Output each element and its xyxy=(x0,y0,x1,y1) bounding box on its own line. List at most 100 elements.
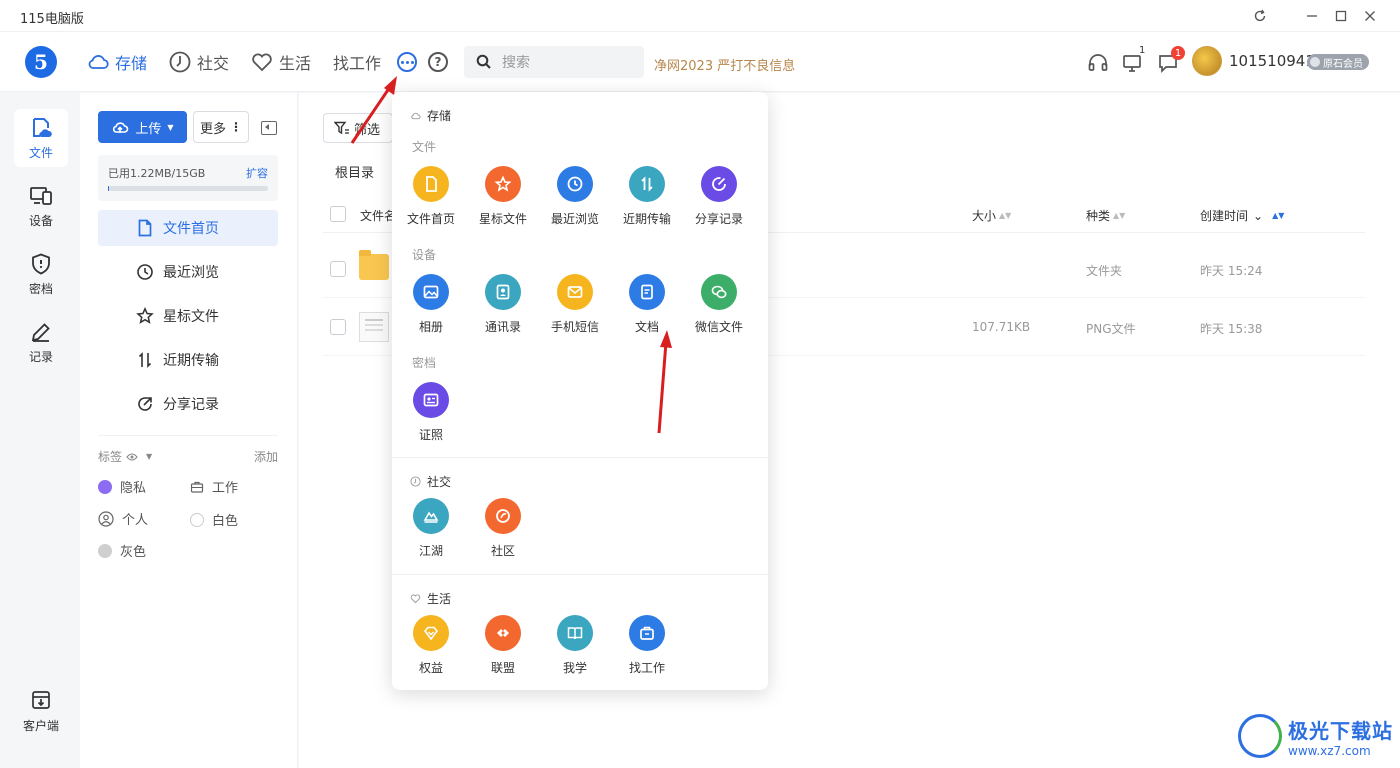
row-checkbox[interactable] xyxy=(330,261,346,277)
transfer-icon xyxy=(629,166,665,202)
sidebar-item-starred[interactable]: 星标文件 xyxy=(98,298,278,334)
nav-jobs[interactable]: 找工作 xyxy=(333,50,381,74)
popup-item-devices-4[interactable]: 微信文件 xyxy=(686,274,752,335)
nav-storage[interactable]: 存储 xyxy=(86,50,147,74)
popup-item-devices-0[interactable]: 相册 xyxy=(398,274,464,335)
column-created-label: 创建时间 xyxy=(1200,209,1249,223)
section-storage-title: 存储 xyxy=(427,109,452,123)
column-created[interactable]: 创建时间 ⌄ ▲▼ xyxy=(1200,207,1284,224)
cloud-icon xyxy=(411,112,421,120)
popup-item-files-4[interactable]: 分享记录 xyxy=(686,166,752,227)
popup-item-social-0[interactable]: 江湖 xyxy=(398,498,464,559)
community-icon xyxy=(485,498,521,534)
popup-item-files-0[interactable]: 文件首页 xyxy=(398,166,464,227)
briefcase-icon xyxy=(629,615,665,651)
add-tag-link[interactable]: 添加 xyxy=(254,448,278,465)
breadcrumb[interactable]: 根目录 xyxy=(335,162,374,181)
tag-label: 白色 xyxy=(212,514,239,529)
devices-icon xyxy=(30,186,52,205)
more-button[interactable]: 更多 ⋮ xyxy=(193,111,249,143)
filter-button[interactable]: 筛选 xyxy=(323,113,393,143)
client-download[interactable]: 客户端 xyxy=(16,689,66,734)
column-name[interactable]: 文件名 xyxy=(360,207,396,224)
tag-private[interactable]: 隐私 xyxy=(98,477,146,496)
rail-item-records[interactable]: 记录 xyxy=(14,313,68,371)
member-badge[interactable]: 原石会员 xyxy=(1307,54,1369,70)
storage-panel: 已用1.22MB/15GB 扩容 xyxy=(98,155,278,201)
tag-personal[interactable]: 个人 xyxy=(98,509,148,528)
popup-item-life-1[interactable]: 联盟 xyxy=(470,615,536,676)
sidebar-item-shares[interactable]: 分享记录 xyxy=(98,386,278,422)
tag-label: 个人 xyxy=(122,513,149,528)
popup-item-label: 星标文件 xyxy=(478,212,527,226)
popup-item-files-2[interactable]: 最近浏览 xyxy=(542,166,608,227)
rail-item-vault[interactable]: 密档 xyxy=(14,245,68,303)
close-button[interactable] xyxy=(1359,6,1381,26)
sidebar-item-recent[interactable]: 最近浏览 xyxy=(98,254,278,290)
avatar[interactable] xyxy=(1192,46,1222,76)
minimize-button[interactable] xyxy=(1301,6,1323,26)
popup-item-files-1[interactable]: 星标文件 xyxy=(470,166,536,227)
file-cloud-icon xyxy=(33,117,52,137)
cell-type: 文件夹 xyxy=(1086,264,1123,278)
popup-item-vault-0[interactable]: 证照 xyxy=(398,382,464,443)
sidebar-item-label: 星标文件 xyxy=(163,309,219,325)
sidebar-item-file-home[interactable]: 文件首页 xyxy=(98,210,278,246)
popup-item-label: 分享记录 xyxy=(694,212,743,226)
tag-color-dot xyxy=(98,543,112,558)
refresh-button[interactable] xyxy=(1249,6,1271,26)
nav-storage-label: 存储 xyxy=(115,54,148,73)
popup-item-life-0[interactable]: 权益 xyxy=(398,615,464,676)
app-logo[interactable]: 5 xyxy=(25,46,57,78)
rail-records-label: 记录 xyxy=(28,349,53,364)
popup-item-life-2[interactable]: 我学 xyxy=(542,615,608,676)
tags-header[interactable]: 标签 ▼ xyxy=(98,448,152,465)
nav-social[interactable]: 社交 xyxy=(168,50,229,74)
popup-item-devices-2[interactable]: 手机短信 xyxy=(542,274,608,335)
chevron-down-icon: ⌄ xyxy=(1253,208,1264,223)
popup-item-social-1[interactable]: 社区 xyxy=(470,498,536,559)
book-icon xyxy=(557,615,593,651)
tag-gray[interactable]: 灰色 xyxy=(98,541,146,560)
popup-item-label: 证照 xyxy=(418,428,443,442)
search-input[interactable] xyxy=(502,54,632,70)
popup-item-files-3[interactable]: 近期传输 xyxy=(614,166,680,227)
net-banner[interactable]: 净网2023 严打不良信息 xyxy=(654,55,795,74)
popup-item-devices-1[interactable]: 通讯录 xyxy=(470,274,536,335)
rail-files-label: 文件 xyxy=(28,145,53,160)
filter-icon xyxy=(334,121,349,135)
column-size[interactable]: 大小 ▲▼ xyxy=(972,207,1011,224)
rail-vault-label: 密档 xyxy=(28,281,53,296)
maximize-button[interactable] xyxy=(1330,6,1352,26)
user-id[interactable]: 101510941 xyxy=(1229,52,1315,70)
sidebar-item-transfers[interactable]: 近期传输 xyxy=(98,342,278,378)
nav-life[interactable]: 生活 xyxy=(250,50,311,74)
recent-icon xyxy=(557,166,593,202)
tag-white[interactable]: 白色 xyxy=(190,510,238,529)
vault-subtitle: 密档 xyxy=(412,356,437,370)
expand-storage-link[interactable]: 扩容 xyxy=(246,165,268,181)
rail-item-devices[interactable]: 设备 xyxy=(14,177,68,235)
rail-item-files[interactable]: 文件 xyxy=(14,109,68,167)
popup-item-label: 近期传输 xyxy=(622,212,671,226)
headset-icon[interactable] xyxy=(1087,52,1109,74)
upload-button[interactable]: 上传 ▼ xyxy=(98,111,187,143)
popup-item-label: 权益 xyxy=(418,661,443,675)
row-checkbox[interactable] xyxy=(330,319,346,335)
sidebar-item-label: 最近浏览 xyxy=(163,265,219,281)
watermark-name: 极光下载站 xyxy=(1288,718,1393,743)
popup-item-life-3[interactable]: 找工作 xyxy=(614,615,680,676)
caret-down-icon: ▼ xyxy=(146,452,153,461)
help-icon[interactable]: ? xyxy=(428,52,448,72)
select-all-checkbox[interactable] xyxy=(330,206,346,222)
download-box-icon xyxy=(32,691,50,709)
popup-item-devices-3[interactable]: 文档 xyxy=(614,274,680,335)
more-menu-button[interactable] xyxy=(397,52,417,72)
column-type[interactable]: 种类 ▲▼ xyxy=(1086,207,1125,224)
popup-item-label: 联盟 xyxy=(490,661,515,675)
sidebar-divider xyxy=(98,435,278,436)
heart-icon xyxy=(410,594,421,604)
collapse-sidebar-icon[interactable] xyxy=(261,121,277,135)
tag-work[interactable]: 工作 xyxy=(190,477,238,496)
search-box[interactable] xyxy=(464,46,644,78)
